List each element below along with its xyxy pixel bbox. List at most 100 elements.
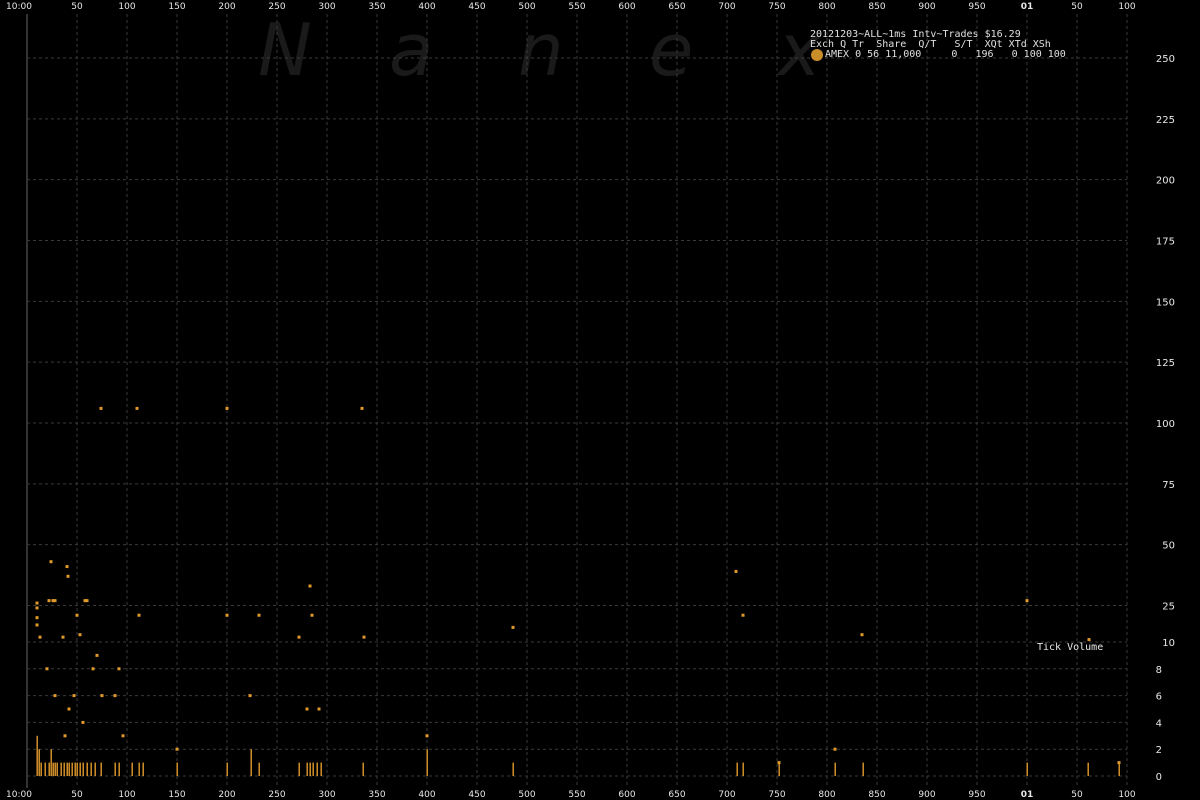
trade-point bbox=[734, 569, 738, 573]
y-tick-label: 200 bbox=[1156, 176, 1175, 187]
trade-point bbox=[1087, 638, 1091, 642]
trade-point bbox=[310, 613, 314, 617]
trade-point bbox=[75, 613, 79, 617]
trade-point bbox=[81, 720, 85, 724]
y-tick-label: 150 bbox=[1156, 297, 1175, 308]
trade-point bbox=[113, 694, 117, 698]
tick-volume-bar bbox=[71, 762, 73, 776]
trade-point bbox=[257, 613, 261, 617]
x-tick-label: 50 bbox=[1071, 790, 1083, 800]
tick-volume-bar bbox=[862, 762, 864, 776]
watermark-e: e bbox=[649, 8, 693, 92]
x-tick-label: 650 bbox=[668, 790, 685, 800]
x-tick-label: 700 bbox=[718, 2, 735, 12]
watermark-n: N bbox=[258, 8, 312, 92]
x-tick-label: 250 bbox=[268, 2, 285, 12]
y-tick-label-lower: 6 bbox=[1156, 692, 1162, 703]
x-tick-label: 300 bbox=[318, 2, 335, 12]
tick-volume-bar bbox=[176, 762, 178, 776]
tick-volume-bar bbox=[90, 762, 92, 776]
tick-volume-bar bbox=[226, 762, 228, 776]
tick-volume-bar bbox=[512, 762, 514, 776]
tick-volume-bar bbox=[309, 762, 311, 776]
x-tick-label: 550 bbox=[568, 790, 585, 800]
tick-volume-bar bbox=[86, 762, 88, 776]
y-tick-label: 10 bbox=[1162, 638, 1175, 649]
tick-volume-bar bbox=[778, 762, 780, 776]
x-tick-label: 950 bbox=[968, 790, 985, 800]
y-tick-label: 25 bbox=[1162, 602, 1175, 613]
x-tick-label: 500 bbox=[518, 2, 535, 12]
x-tick-label: 01 bbox=[1021, 2, 1034, 12]
tick-volume-bar bbox=[36, 735, 38, 776]
tick-volume-bar bbox=[298, 762, 300, 776]
x-tick-label: 50 bbox=[71, 790, 83, 800]
tick-volume-bar bbox=[320, 762, 322, 776]
x-tick-label: 350 bbox=[368, 790, 385, 800]
tick-volume-bar bbox=[76, 762, 78, 776]
x-tick-label: 01 bbox=[1021, 790, 1034, 800]
trade-point bbox=[47, 599, 51, 603]
y-tick-label: 50 bbox=[1162, 541, 1175, 552]
watermark-n2: n bbox=[518, 8, 564, 92]
tick-volume-bar bbox=[316, 762, 318, 776]
x-tick-label: 950 bbox=[968, 2, 985, 12]
y-tick-label-lower: 0 bbox=[1156, 772, 1162, 783]
x-tick-label: 100 bbox=[118, 790, 135, 800]
tick-volume-bar bbox=[38, 749, 40, 776]
x-tick-label: 600 bbox=[618, 2, 635, 12]
x-tick-label: 450 bbox=[468, 2, 485, 12]
y-tick-label: 225 bbox=[1156, 115, 1175, 126]
x-tick-label: 200 bbox=[218, 790, 235, 800]
x-tick-label: 50 bbox=[71, 2, 83, 12]
tick-volume-bar bbox=[63, 762, 65, 776]
trade-point bbox=[135, 406, 139, 410]
x-tick-label: 750 bbox=[768, 790, 785, 800]
nanex-chart: N a n e x 10:00 50 100 150 200 250 300 350 400 45… bbox=[0, 0, 1200, 800]
x-tick-label: 350 bbox=[368, 2, 385, 12]
x-tick-label: 550 bbox=[568, 2, 585, 12]
x-tick-label: 800 bbox=[818, 790, 835, 800]
trade-point bbox=[741, 613, 745, 617]
trade-point bbox=[67, 707, 71, 711]
tick-volume-bar bbox=[74, 762, 76, 776]
tick-volume-bar bbox=[54, 762, 56, 776]
tick-volume-bar bbox=[79, 762, 81, 776]
x-tick-label: 900 bbox=[918, 2, 935, 12]
trade-point bbox=[511, 625, 515, 629]
x-tick-label: 10:00 bbox=[6, 2, 32, 12]
y-tick-label-lower: 4 bbox=[1156, 718, 1162, 729]
tick-volume-label: Tick Volume bbox=[1037, 642, 1104, 653]
trade-point bbox=[308, 584, 312, 588]
x-tick-label: 750 bbox=[768, 2, 785, 12]
trade-point bbox=[53, 694, 57, 698]
tick-volume-bar bbox=[60, 762, 62, 776]
x-tick-label: 850 bbox=[868, 790, 885, 800]
trade-point bbox=[53, 599, 57, 603]
tick-volume-bar bbox=[118, 762, 120, 776]
tick-volume-bar bbox=[736, 762, 738, 776]
tick-volume-bar bbox=[82, 762, 84, 776]
trade-point bbox=[317, 707, 321, 711]
tick-volume-bar bbox=[1026, 762, 1028, 776]
trade-point bbox=[225, 406, 229, 410]
x-tick-label: 900 bbox=[918, 790, 935, 800]
trade-point bbox=[175, 747, 179, 751]
y-tick-label-lower: 2 bbox=[1156, 745, 1162, 756]
tick-volume-bar bbox=[50, 749, 52, 776]
x-tick-label: 850 bbox=[868, 2, 885, 12]
trade-point bbox=[860, 633, 864, 637]
tick-volume-bar bbox=[100, 762, 102, 776]
trade-point bbox=[45, 667, 49, 671]
trade-point bbox=[777, 761, 781, 765]
trade-point bbox=[360, 406, 364, 410]
trade-point bbox=[833, 747, 837, 751]
tick-volume-bar bbox=[52, 762, 54, 776]
tick-volume-bar bbox=[48, 762, 50, 776]
tick-volume-bar bbox=[426, 749, 428, 776]
x-tick-label: 600 bbox=[618, 790, 635, 800]
tick-volume-bar bbox=[56, 762, 58, 776]
y-tick-label: 125 bbox=[1156, 358, 1175, 369]
trade-point bbox=[117, 667, 121, 671]
y-tick-label-lower: 8 bbox=[1156, 665, 1162, 676]
